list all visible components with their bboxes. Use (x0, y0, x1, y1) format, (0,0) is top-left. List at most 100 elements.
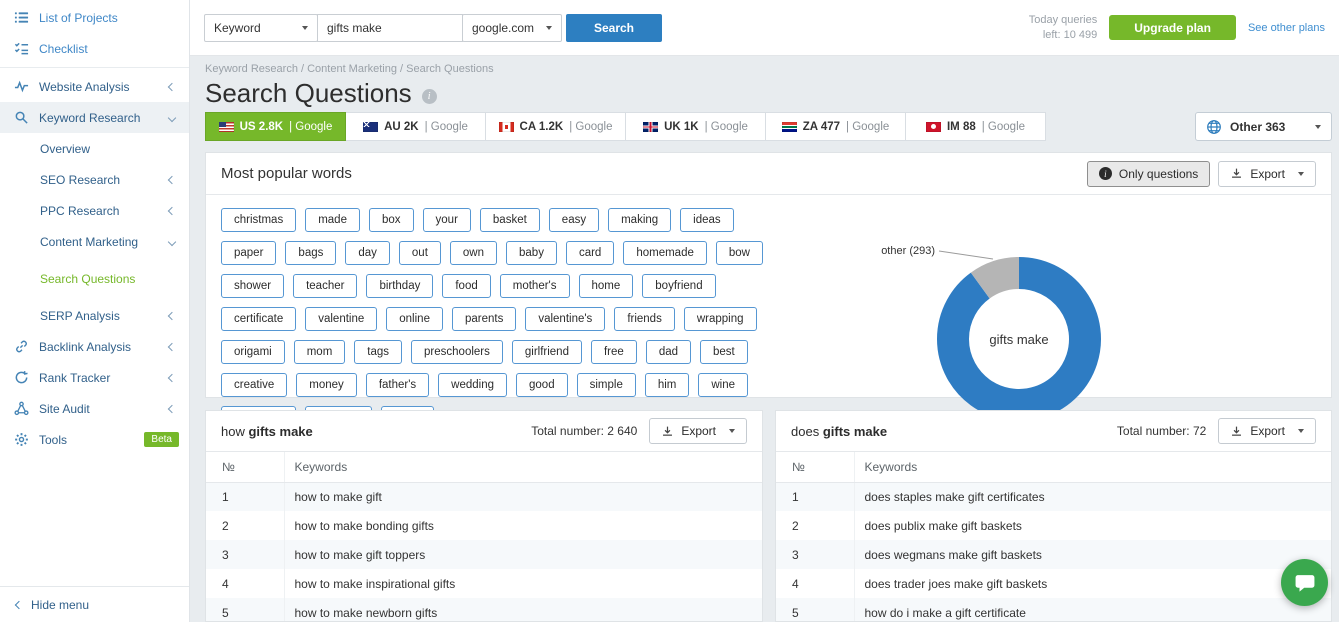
chevron-down-icon (1315, 125, 1321, 129)
word-chip[interactable]: ideas (680, 208, 734, 232)
sidebar-item-search-questions[interactable]: Search Questions (0, 263, 189, 294)
export-button[interactable]: Export (1218, 418, 1316, 444)
word-chip[interactable]: box (369, 208, 414, 232)
sidebar-item-tools[interactable]: ToolsBeta (0, 424, 189, 455)
word-chip[interactable]: tags (354, 340, 402, 364)
hide-menu-button[interactable]: Hide menu (0, 586, 189, 622)
word-chip[interactable]: wrapping (684, 307, 757, 331)
chevron-down-icon (168, 237, 176, 245)
word-chip[interactable]: origami (221, 340, 285, 364)
website-analysis-icon (14, 79, 29, 94)
sidebar-item-ppc-research[interactable]: PPC Research (0, 195, 189, 226)
sidebar-item-rank-tracker[interactable]: Rank Tracker (0, 362, 189, 393)
only-questions-label: Only questions (1119, 167, 1198, 181)
word-chip[interactable]: making (608, 208, 671, 232)
only-questions-button[interactable]: i Only questions (1087, 161, 1210, 187)
word-chip[interactable]: preschoolers (411, 340, 503, 364)
word-chip[interactable]: dad (646, 340, 691, 364)
word-chip[interactable]: your (423, 208, 471, 232)
row-keyword: how do i make a gift certificate (854, 598, 1331, 622)
word-chip[interactable]: made (305, 208, 360, 232)
word-chip[interactable]: parents (452, 307, 516, 331)
tab-uk[interactable]: UK 1K| Google (625, 112, 766, 141)
search-type-value: Keyword (214, 21, 261, 35)
word-chip[interactable]: good (516, 373, 568, 397)
tab-us[interactable]: US 2.8K| Google (205, 112, 346, 141)
sidebar-item-list-of-projects[interactable]: List of Projects (0, 2, 189, 33)
info-icon[interactable]: i (422, 89, 437, 104)
sidebar-item-seo-research[interactable]: SEO Research (0, 164, 189, 195)
tab-engine-label: | Google (289, 121, 332, 133)
word-chip[interactable]: father's (366, 373, 429, 397)
word-chip[interactable]: food (442, 274, 490, 298)
word-chip[interactable]: mother's (500, 274, 570, 298)
word-chip[interactable]: online (386, 307, 443, 331)
donut-slice-other[interactable] (980, 273, 1019, 286)
word-chip[interactable]: christmas (221, 208, 296, 232)
sidebar-item-website-analysis[interactable]: Website Analysis (0, 71, 189, 102)
sidebar-item-site-audit[interactable]: Site Audit (0, 393, 189, 424)
word-chip[interactable]: him (645, 373, 690, 397)
word-chip[interactable]: day (345, 241, 390, 265)
word-chip[interactable]: paper (221, 241, 276, 265)
word-chip[interactable]: certificate (221, 307, 296, 331)
word-chip[interactable]: creative (221, 373, 287, 397)
table-row: 5how to make newborn gifts (206, 598, 762, 622)
word-chip[interactable]: basket (480, 208, 540, 232)
sidebar-item-backlink-analysis[interactable]: Backlink Analysis (0, 331, 189, 362)
tab-za[interactable]: ZA 477| Google (765, 112, 906, 141)
word-chip[interactable]: valentine's (525, 307, 605, 331)
tab-engine-label: | Google (425, 121, 468, 133)
tab-im[interactable]: IM 88| Google (905, 112, 1046, 141)
sidebar-item-checklist[interactable]: Checklist (0, 33, 189, 64)
word-chip[interactable]: baby (506, 241, 557, 265)
sidebar-item-keyword-research[interactable]: Keyword Research (0, 102, 189, 133)
word-chip[interactable]: own (450, 241, 497, 265)
country-tabs: US 2.8K| GoogleAU 2K| GoogleCA 1.2K| Goo… (205, 112, 1046, 141)
word-chip[interactable]: girlfriend (512, 340, 582, 364)
chat-widget-button[interactable] (1281, 559, 1328, 606)
sidebar-item-overview[interactable]: Overview (0, 133, 189, 164)
word-chip[interactable]: mom (294, 340, 346, 364)
word-chip[interactable]: valentine (305, 307, 377, 331)
upgrade-plan-button[interactable]: Upgrade plan (1109, 15, 1236, 40)
search-engine-select[interactable]: google.com (462, 14, 562, 42)
sidebar-item-serp-analysis[interactable]: SERP Analysis (0, 300, 189, 331)
word-chip[interactable]: bow (716, 241, 763, 265)
word-chip[interactable]: out (399, 241, 441, 265)
word-chip[interactable]: teacher (293, 274, 357, 298)
search-button[interactable]: Search (566, 14, 662, 42)
table-title-prefix: does (791, 424, 823, 439)
export-button[interactable]: Export (649, 418, 747, 444)
word-chip[interactable]: home (579, 274, 634, 298)
column-header-num: № (206, 452, 284, 482)
word-chip[interactable]: free (591, 340, 637, 364)
callout-line-other (939, 251, 993, 259)
word-chip[interactable]: easy (549, 208, 599, 232)
tab-ca[interactable]: CA 1.2K| Google (485, 112, 626, 141)
word-chip[interactable]: simple (577, 373, 636, 397)
see-other-plans-link[interactable]: See other plans (1248, 22, 1325, 34)
breadcrumb: Keyword Research / Content Marketing / S… (205, 63, 494, 75)
sidebar-item-content-marketing[interactable]: Content Marketing (0, 226, 189, 257)
word-chip[interactable]: bags (285, 241, 336, 265)
word-chip[interactable]: boyfriend (642, 274, 715, 298)
word-chip[interactable]: shower (221, 274, 284, 298)
chevron-left-icon (168, 404, 176, 412)
export-button[interactable]: Export (1218, 161, 1316, 187)
most-popular-words-panel: Most popular words i Only questions Expo… (205, 152, 1332, 398)
word-chip[interactable]: best (700, 340, 748, 364)
word-chip[interactable]: wedding (438, 373, 507, 397)
word-chip[interactable]: money (296, 373, 357, 397)
word-chip[interactable]: homemade (623, 241, 707, 265)
search-input[interactable] (317, 14, 463, 42)
tab-au[interactable]: AU 2K| Google (345, 112, 486, 141)
word-chip[interactable]: wine (698, 373, 748, 397)
word-chip[interactable]: card (566, 241, 614, 265)
word-chip[interactable]: birthday (366, 274, 433, 298)
word-chip[interactable]: friends (614, 307, 675, 331)
search-type-select[interactable]: Keyword (204, 14, 318, 42)
download-icon (1230, 425, 1243, 438)
queries-note-line2: left: 10 499 (1029, 28, 1098, 43)
other-regions-select[interactable]: Other 363 (1195, 112, 1332, 141)
